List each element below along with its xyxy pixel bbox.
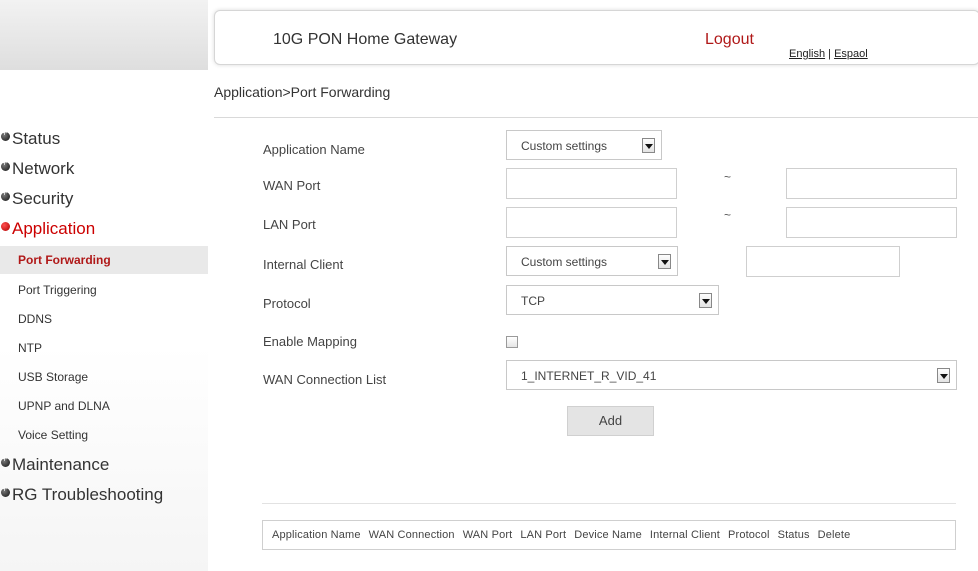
sidebar-item-label: Status (12, 129, 61, 148)
port-forwarding-table-header: Application Name WAN Connection WAN Port… (262, 520, 956, 550)
language-separator: | (828, 48, 831, 60)
add-button[interactable]: Add (567, 406, 654, 436)
collapse-icon (1, 221, 10, 231)
column-header: WAN Port (462, 529, 513, 541)
sidebar-subitem-voice-setting[interactable]: Voice Setting (0, 421, 208, 450)
sidebar-item-network[interactable]: Network (0, 154, 208, 184)
header-divider (214, 117, 978, 118)
sidebar-subitem-port-triggering[interactable]: Port Triggering (0, 276, 208, 305)
internal-client-label: Internal Client (263, 257, 344, 272)
enable-mapping-checkbox[interactable] (506, 336, 518, 348)
section-divider (262, 503, 956, 504)
expand-icon (1, 128, 10, 141)
chevron-down-icon (937, 368, 950, 383)
sidebar-item-label: Security (12, 189, 74, 208)
sidebar-item-status[interactable]: Status (0, 124, 208, 154)
enable-mapping-label: Enable Mapping (263, 334, 357, 349)
english-link[interactable]: English (789, 48, 825, 60)
expand-icon (1, 188, 10, 201)
application-name-label: Application Name (263, 142, 365, 157)
sidebar-subitem-upnp-dlna[interactable]: UPNP and DLNA (0, 392, 208, 421)
sidebar-subitem-ddns[interactable]: DDNS (0, 305, 208, 334)
sidebar: Status Network Security Application Port… (0, 124, 208, 510)
chevron-down-icon (642, 138, 655, 153)
language-switch: English | Espaol (789, 48, 868, 60)
select-value: TCP (521, 294, 545, 308)
sidebar-item-label: Network (12, 159, 75, 178)
expand-icon (1, 454, 10, 467)
internal-client-select[interactable]: Custom settings (506, 246, 678, 276)
expand-icon (1, 484, 10, 497)
wan-port-start-input[interactable] (506, 168, 677, 199)
range-separator: ~ (724, 170, 732, 184)
column-header: Device Name (574, 529, 642, 541)
column-header: Delete (817, 529, 851, 541)
select-value: 1_INTERNET_R_VID_41 (521, 369, 657, 383)
column-header: Application Name (272, 529, 361, 541)
sidebar-subitem-port-forwarding[interactable]: Port Forwarding (0, 246, 208, 274)
column-header: Protocol (728, 529, 770, 541)
protocol-select[interactable]: TCP (506, 285, 719, 315)
column-header: LAN Port (520, 529, 567, 541)
internal-client-ip-input[interactable] (746, 246, 900, 277)
protocol-label: Protocol (263, 296, 311, 311)
wan-connection-list-label: WAN Connection List (263, 372, 387, 387)
range-separator: ~ (724, 208, 732, 222)
sidebar-item-maintenance[interactable]: Maintenance (0, 450, 208, 480)
sidebar-item-rg-troubleshooting[interactable]: RG Troubleshooting (0, 480, 208, 510)
wan-connection-select[interactable]: 1_INTERNET_R_VID_41 (506, 360, 957, 390)
column-header: Internal Client (649, 529, 721, 541)
breadcrumb: Application>Port Forwarding (214, 84, 391, 100)
sidebar-subitem-usb-storage[interactable]: USB Storage (0, 363, 208, 392)
sidebar-item-security[interactable]: Security (0, 184, 208, 214)
select-value: Custom settings (521, 255, 608, 269)
wan-port-label: WAN Port (263, 178, 321, 193)
espanol-link[interactable]: Espaol (834, 48, 868, 60)
lan-port-end-input[interactable] (786, 207, 957, 238)
sidebar-subitem-ntp[interactable]: NTP (0, 334, 208, 363)
sidebar-item-label: Maintenance (12, 455, 110, 474)
lan-port-label: LAN Port (263, 217, 316, 232)
sidebar-item-label: RG Troubleshooting (12, 485, 164, 504)
sidebar-item-application[interactable]: Application (0, 214, 208, 244)
logout-link[interactable]: Logout (705, 31, 754, 49)
chevron-down-icon (658, 254, 671, 269)
lan-port-start-input[interactable] (506, 207, 677, 238)
expand-icon (1, 158, 10, 171)
top-left-banner (0, 0, 208, 70)
select-value: Custom settings (521, 139, 608, 153)
gateway-title: 10G PON Home Gateway (273, 31, 458, 48)
wan-port-end-input[interactable] (786, 168, 957, 199)
column-header: WAN Connection (368, 529, 455, 541)
application-name-select[interactable]: Custom settings (506, 130, 662, 160)
column-header: Status (777, 529, 810, 541)
header-bar: 10G PON Home Gateway Logout English | Es… (214, 10, 978, 65)
sidebar-item-label: Application (12, 219, 96, 238)
chevron-down-icon (699, 293, 712, 308)
